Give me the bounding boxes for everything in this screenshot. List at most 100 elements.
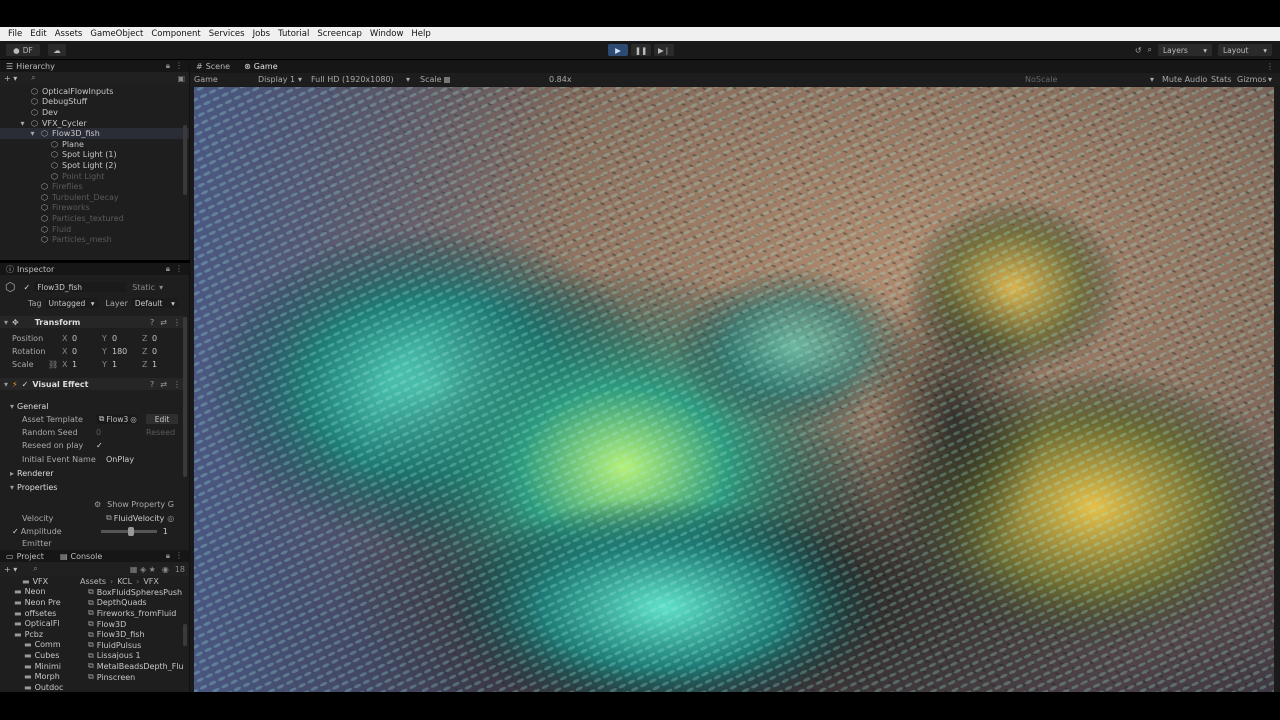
folder-item[interactable]: ▬ Neon Pre <box>0 597 78 608</box>
transform-x-field[interactable]: 1 <box>72 360 102 369</box>
inspector-scrollbar[interactable] <box>183 317 187 477</box>
mute-audio-toggle[interactable]: Mute Audio <box>1162 75 1207 84</box>
layout-dropdown[interactable]: Layout ▾ <box>1218 44 1272 56</box>
search-icon[interactable]: ⌕ <box>33 564 37 574</box>
tab-inspector[interactable]: ⓘ Inspector <box>6 264 54 275</box>
tag-dropdown[interactable]: Untagged ▾ <box>45 298 98 308</box>
more-icon[interactable]: ⋮ <box>175 551 183 561</box>
foldout-icon[interactable] <box>38 150 47 159</box>
initial-event-field[interactable]: OnPlay <box>106 455 134 464</box>
add-icon[interactable]: + ▾ <box>4 74 17 83</box>
gizmos-toggle[interactable]: Gizmos <box>1237 75 1266 84</box>
search-icon[interactable]: ⌕ <box>1148 45 1152 55</box>
history-icon[interactable]: ↺ <box>1135 46 1142 55</box>
tab-project[interactable]: ▭ Project <box>6 552 44 561</box>
reseed-button[interactable]: Reseed <box>146 428 175 437</box>
transform-z-field[interactable]: 1 <box>152 360 182 369</box>
asset-item[interactable]: ⧉ Pinscreen <box>80 672 186 683</box>
asset-item[interactable]: ⧉ Flow3D_fish <box>80 629 186 640</box>
folder-item[interactable]: ▬ offsetes <box>0 608 78 619</box>
display-dropdown[interactable]: Display 1 <box>258 75 295 84</box>
help-icon[interactable]: ? <box>150 380 154 389</box>
transform-y-field[interactable]: 0 <box>112 334 142 343</box>
foldout-icon[interactable] <box>38 161 47 170</box>
hierarchy-item[interactable]: ▾ ⬡ Flow3D_fish <box>0 128 189 139</box>
more-icon[interactable]: ⋮ <box>1266 62 1274 71</box>
folder-item[interactable]: ▬ Outdoc <box>0 682 78 693</box>
hierarchy-item[interactable]: ⬡ Turbulent_Decay <box>0 192 189 203</box>
help-icon[interactable]: ? <box>150 318 154 327</box>
cloud-button[interactable]: ☁ <box>48 44 66 56</box>
foldout-icon[interactable] <box>28 214 37 223</box>
foldout-icon[interactable] <box>28 225 37 234</box>
foldout-icon[interactable] <box>28 203 37 212</box>
object-name-field[interactable]: Flow3D_fish <box>34 282 127 292</box>
asset-item[interactable]: ⧉ FluidPulsus <box>80 640 186 651</box>
asset-item[interactable]: ⧉ DepthQuads <box>80 598 186 609</box>
resolution-dropdown[interactable]: Full HD (1920x1080) <box>311 75 394 84</box>
tab-console[interactable]: ▤ Console <box>60 552 102 561</box>
link-icon[interactable]: ⛓ <box>48 360 62 369</box>
chevron-down-icon[interactable]: ▾ <box>159 283 163 292</box>
add-icon[interactable]: + ▾ <box>4 565 17 574</box>
folder-item[interactable]: ▬ Minimi <box>0 661 78 672</box>
asset-item[interactable]: ⧉ Lissajous 1 <box>80 651 186 662</box>
folder-item[interactable]: ▬ Morph <box>0 671 78 682</box>
breadcrumb-item[interactable]: Assets <box>80 577 106 586</box>
filter-icon[interactable]: ▦ ◈ ★ <box>130 565 156 574</box>
active-checkbox[interactable]: ✓ <box>23 283 30 292</box>
foldout-icon[interactable] <box>18 108 27 117</box>
hierarchy-item[interactable]: ⬡ Dev <box>0 107 189 118</box>
hierarchy-item[interactable]: ⬡ OpticalFlowInputs <box>0 86 189 97</box>
preset-icon[interactable]: ⇄ <box>160 380 167 389</box>
reseed-on-play-checkbox[interactable]: ✓ <box>96 441 103 450</box>
amplitude-slider[interactable] <box>100 526 157 536</box>
more-icon[interactable]: ⋮ <box>175 61 183 71</box>
account-button[interactable]: ● DF <box>6 44 40 56</box>
hierarchy-item[interactable]: ⬡ Fireflies <box>0 181 189 192</box>
transform-x-field[interactable]: 0 <box>72 347 102 356</box>
hierarchy-item[interactable]: ⬡ Particles_mesh <box>0 234 189 245</box>
edit-button[interactable]: Edit <box>146 414 178 424</box>
menu-window[interactable]: Window <box>366 29 408 39</box>
foldout-icon[interactable] <box>38 172 47 181</box>
asset-item[interactable]: ⧉ BoxFluidSpheresPush <box>80 587 186 598</box>
tool-icon[interactable]: ⚙ <box>94 500 101 509</box>
menu-tutorial[interactable]: Tutorial <box>274 29 313 39</box>
menu-screencap[interactable]: Screencap <box>313 29 366 39</box>
more-icon[interactable]: ⋮ <box>173 318 181 327</box>
foldout-icon[interactable]: ▾ <box>18 119 27 128</box>
asset-item[interactable]: ⧉ Flow3D <box>80 619 186 630</box>
transform-x-field[interactable]: 0 <box>72 334 102 343</box>
folder-item[interactable]: ▬ VFX <box>0 576 78 587</box>
static-toggle[interactable]: Static <box>132 283 155 292</box>
menu-services[interactable]: Services <box>205 29 249 39</box>
layer-dropdown[interactable]: Default ▾ <box>131 298 178 308</box>
search-icon[interactable]: ⌕ <box>31 73 35 83</box>
hierarchy-item[interactable]: ⬡ Particles_textured <box>0 213 189 224</box>
hierarchy-item[interactable]: ⬡ Spot Light (2) <box>0 160 189 171</box>
layers-dropdown[interactable]: Layers ▾ <box>1158 44 1212 56</box>
step-button[interactable]: ▶❘ <box>654 44 674 56</box>
general-foldout[interactable]: ▾ General <box>0 400 186 412</box>
foldout-icon[interactable]: ▾ <box>28 129 37 138</box>
game-render-canvas[interactable] <box>194 87 1274 692</box>
lock-icon[interactable]: 🔒︎ <box>166 264 170 274</box>
menu-gameobject[interactable]: GameObject <box>86 29 147 39</box>
scale-slider[interactable] <box>444 77 544 83</box>
transform-header[interactable]: ▾ ✥ Transform ? ⇄ ⋮ <box>0 316 186 328</box>
breadcrumb-item[interactable]: VFX <box>143 577 159 586</box>
hierarchy-item[interactable]: ▾ ⬡ VFX_Cycler <box>0 118 189 129</box>
play-button[interactable]: ▶ <box>608 44 628 56</box>
scene-visibility-icon[interactable]: ▣ <box>177 74 185 83</box>
breadcrumb-item[interactable]: KCL <box>117 577 132 586</box>
eye-icon[interactable]: ◉ <box>162 565 169 574</box>
hierarchy-item[interactable]: ⬡ Fluid <box>0 224 189 235</box>
hierarchy-item[interactable]: ⬡ Plane <box>0 139 189 150</box>
folder-item[interactable]: ▬ Pcbz <box>0 629 78 640</box>
renderer-foldout[interactable]: ▸ Renderer <box>0 467 186 479</box>
noscale-dropdown[interactable]: NoScale <box>1025 75 1057 84</box>
more-icon[interactable]: ⋮ <box>175 264 183 274</box>
menu-jobs[interactable]: Jobs <box>249 29 275 39</box>
folder-item[interactable]: ▬ Neon <box>0 587 78 598</box>
